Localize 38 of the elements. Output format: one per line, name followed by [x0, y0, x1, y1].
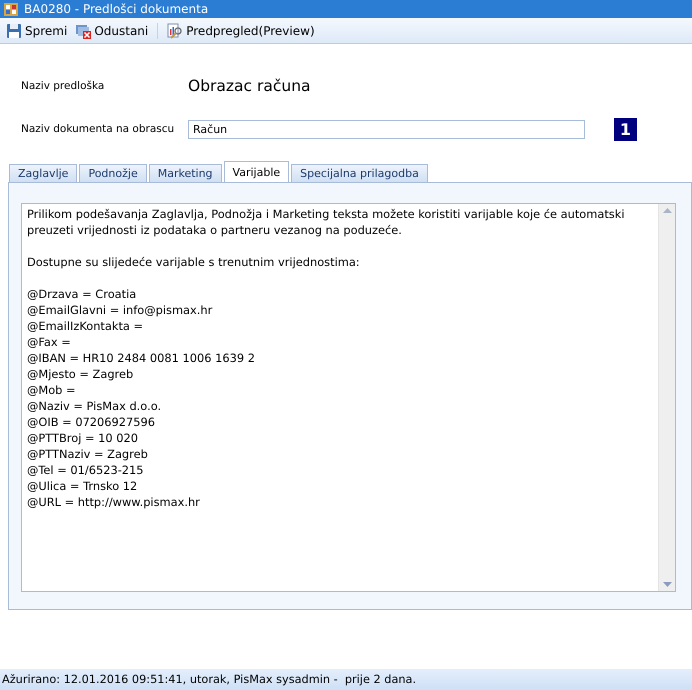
- tab[interactable]: Zaglavlje: [9, 164, 78, 182]
- text-line: @PTTNaziv = Zagreb: [27, 446, 149, 462]
- text-line: @Ulica = Trnsko 12: [27, 478, 138, 494]
- field-label: Naziv predloška: [21, 80, 106, 92]
- scroll-up-icon[interactable]: [662, 208, 672, 213]
- window-title: BA0280 - Predlošci dokumenta: [24, 2, 208, 16]
- tab[interactable]: Varijable: [224, 161, 290, 182]
- scrollbar[interactable]: [658, 204, 675, 591]
- tab[interactable]: Specijalna prilagodba: [291, 164, 428, 182]
- text-line: @IBAN = HR10 2484 0081 1006 1639 2: [27, 350, 256, 366]
- text-line: @OIB = 07206927596: [27, 414, 156, 430]
- text-line: Prilikom podešavanja Zaglavlja, Podnožja i Marketing teksta možete koristiti varijable koje će automatski: [27, 206, 626, 222]
- template-name: Obrazac računa: [188, 77, 312, 95]
- tab[interactable]: Marketing: [148, 164, 222, 182]
- text-line: preuzeti vrijednosti iz podataka o partneru vezanog na poduzeće.: [27, 222, 403, 238]
- status-text: Ažurirano: 12.01.2016 09:51:41, utorak, PisMax sysadmin - prije 2 dana.: [2, 673, 416, 686]
- magnifier-chart-icon: [167, 22, 184, 38]
- window-close-icon: [75, 22, 92, 38]
- number-badge: 1: [614, 118, 637, 140]
- text-line: Dostupne su slijedeće varijable s trenutnim vrijednostima:: [27, 254, 361, 270]
- app-icon: [4, 2, 18, 16]
- text-line: @EmailIzKontakta =: [27, 318, 144, 334]
- text-line: @Fax =: [27, 334, 72, 350]
- text-line: @Mob =: [27, 382, 77, 398]
- toolbar-button[interactable]: Predpregled(Preview): [164, 20, 318, 40]
- field-label: Naziv dokumenta na obrascu: [21, 123, 176, 135]
- text-line: @URL = http://www.pismax.hr: [27, 494, 201, 510]
- scroll-down-icon[interactable]: [662, 582, 672, 587]
- text-line: @Tel = 01/6523-215: [27, 462, 145, 478]
- text-line: @Naziv = PisMax d.o.o.: [27, 398, 162, 414]
- text-line: @Mjesto = Zagreb: [27, 366, 134, 382]
- toolbar-button[interactable]: Spremi: [3, 20, 70, 40]
- text-line: @EmailGlavni = info@pismax.hr: [27, 302, 214, 318]
- input-field[interactable]: Račun: [188, 120, 585, 138]
- text-line: @Drzava = Croatia: [27, 286, 138, 302]
- text-line: @PTTBroj = 10 020: [27, 430, 139, 446]
- toolbar-button[interactable]: Odustani: [72, 20, 152, 40]
- tab[interactable]: Podnožje: [79, 164, 147, 182]
